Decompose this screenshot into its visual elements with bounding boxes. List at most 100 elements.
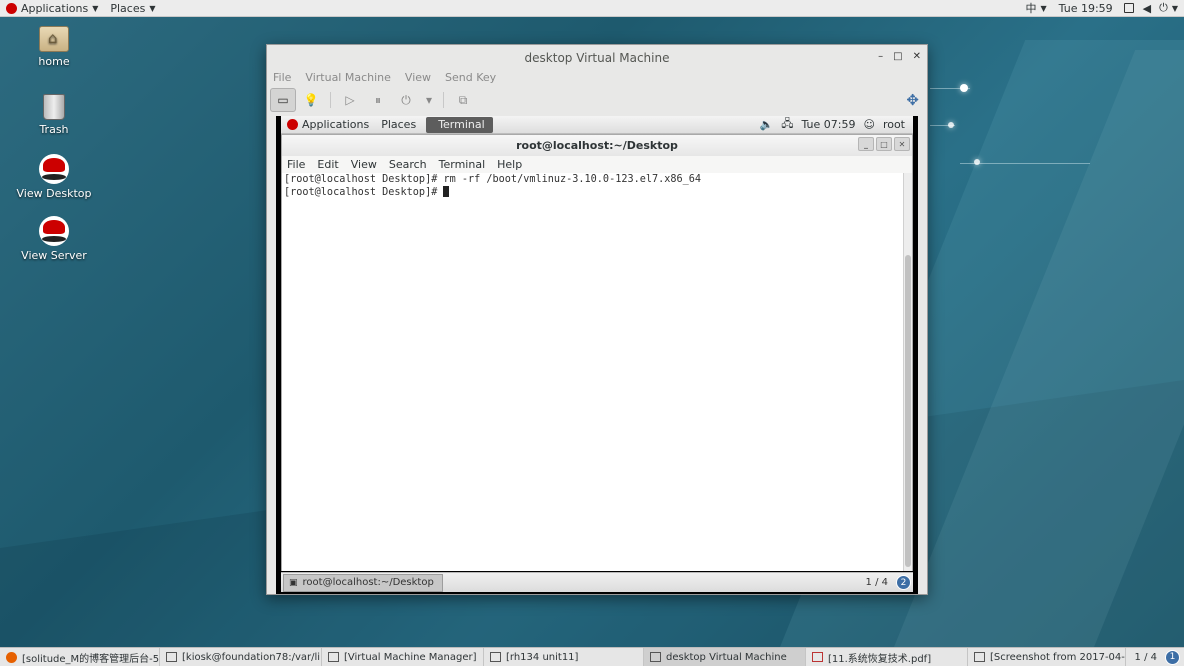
guest-workspace-switcher[interactable]: 1 / 4	[866, 577, 888, 588]
terminal-menubar: File Edit View Search Terminal Help	[282, 156, 912, 173]
caret-down-icon: ▼	[1040, 3, 1047, 13]
pause-icon[interactable]: ⏸	[365, 88, 391, 112]
applications-menu[interactable]: Applications ▼	[0, 0, 104, 17]
task-terminal[interactable]: [kiosk@foundation78:/var/lib/libv...	[160, 648, 322, 666]
firefox-icon	[6, 651, 17, 663]
wallpaper-shape	[884, 50, 1184, 666]
menu-help[interactable]: Help	[497, 158, 522, 171]
menu-terminal[interactable]: Terminal	[439, 158, 486, 171]
virt-manager-icon	[650, 652, 661, 662]
desktop-icon-trash[interactable]: Trash	[14, 94, 94, 136]
minimize-icon[interactable]: –	[878, 51, 883, 62]
caret-down-icon[interactable]: ▼	[1172, 4, 1178, 13]
menu-file[interactable]: File	[273, 71, 291, 85]
wallpaper-node	[974, 159, 980, 165]
places-label: Places	[110, 1, 146, 15]
maximize-icon[interactable]: □	[876, 137, 892, 151]
guest-top-panel: Applications Places Terminal 🔈 🖧 Tue 07:…	[281, 116, 913, 134]
vm-toolbar: ▭ 💡 ▷ ⏸ ⏻ ▾ ⧉ ✥	[267, 87, 927, 113]
close-icon[interactable]: ✕	[894, 137, 910, 151]
vm-window: desktop Virtual Machine – □ ✕ File Virtu…	[266, 44, 928, 595]
run-icon[interactable]: ▷	[337, 88, 363, 112]
volume-icon[interactable]: 🔈	[760, 118, 774, 131]
input-method-indicator[interactable]: 中 ▼	[1020, 0, 1053, 17]
terminal-icon: ▣	[289, 577, 298, 588]
guest-applications-menu[interactable]: Applications	[281, 116, 375, 134]
power-icon[interactable]: ⏻	[1159, 1, 1168, 15]
text-cursor	[443, 185, 450, 197]
redhat-icon	[6, 2, 17, 14]
task-label: [Virtual Machine Manager]	[344, 651, 477, 663]
terminal-icon	[166, 652, 177, 662]
menu-search[interactable]: Search	[389, 158, 427, 171]
guest-task-terminal[interactable]: ▣ root@localhost:~/Desktop	[283, 573, 443, 592]
terminal-scrollbar[interactable]	[903, 173, 912, 571]
desktop-icon-view-server[interactable]: View Server	[14, 216, 94, 262]
task-screenshot[interactable]: [Screenshot from 2017-04-29 ...	[968, 648, 1126, 666]
display-icon[interactable]	[1123, 3, 1134, 13]
guest-notification-badge[interactable]: 2	[896, 575, 911, 590]
task-rh134[interactable]: [rh134 unit11]	[484, 648, 644, 666]
snapshot-icon[interactable]: ⧉	[450, 88, 476, 112]
vm-titlebar[interactable]: desktop Virtual Machine – □ ✕	[267, 45, 927, 71]
guest-terminal-label: Terminal	[438, 118, 485, 131]
minimize-icon[interactable]: _	[858, 137, 874, 151]
trash-icon	[43, 94, 65, 120]
task-label: [solitude_M的博客管理后台-51...	[22, 653, 160, 665]
workspace-switcher[interactable]: 1 / 4	[1135, 652, 1157, 663]
caret-down-icon: ▼	[92, 3, 99, 13]
guest-user-menu[interactable]: root	[883, 118, 905, 131]
fullscreen-icon[interactable]: ✥	[906, 91, 919, 109]
guest-applications-label: Applications	[302, 118, 370, 131]
image-viewer-icon	[974, 652, 985, 662]
virt-manager-icon	[328, 652, 339, 662]
terminal-prompt-line: [root@localhost Desktop]#	[284, 185, 902, 199]
toolbar-separator	[330, 92, 331, 108]
desktop-icon-label: Trash	[39, 123, 69, 136]
shutdown-menu-chevron-icon[interactable]: ▾	[421, 88, 437, 112]
task-label: [Screenshot from 2017-04-29 ...	[990, 651, 1125, 663]
terminal-titlebar[interactable]: root@localhost:~/Desktop _ □ ✕	[282, 135, 912, 156]
task-desktop-vm[interactable]: desktop Virtual Machine	[644, 648, 806, 666]
maximize-icon[interactable]: □	[893, 51, 902, 62]
vm-screen[interactable]: Applications Places Terminal 🔈 🖧 Tue 07:…	[276, 116, 918, 594]
menu-view[interactable]: View	[351, 158, 377, 171]
desktop-icon-label: View Server	[21, 249, 87, 262]
task-label: desktop Virtual Machine	[666, 651, 787, 663]
user-icon: ☺	[863, 118, 875, 131]
volume-icon[interactable]: ◀	[1143, 2, 1151, 15]
input-method-label: 中	[1025, 2, 1037, 15]
desktop-icon-label: home	[38, 55, 70, 68]
console-icon[interactable]: ▭	[270, 88, 296, 112]
shutdown-icon[interactable]: ⏻	[393, 88, 419, 112]
places-menu[interactable]: Places ▼	[104, 0, 161, 17]
menu-view[interactable]: View	[405, 71, 431, 85]
terminal-title: root@localhost:~/Desktop	[516, 139, 678, 152]
menu-virtual-machine[interactable]: Virtual Machine	[305, 71, 391, 85]
redhat-icon	[287, 119, 298, 130]
top-panel: Applications ▼ Places ▼ 中 ▼ Tue 19:59 ◀ …	[0, 0, 1184, 17]
task-pdf[interactable]: [11.系统恢复技术.pdf]	[806, 648, 968, 666]
guest-terminal-app-menu[interactable]: Terminal	[426, 116, 493, 133]
redhat-icon	[39, 216, 69, 246]
desktop-icon-label: View Desktop	[16, 187, 92, 200]
guest-places-menu[interactable]: Places	[375, 116, 422, 134]
redhat-icon	[39, 154, 69, 184]
guest-clock[interactable]: Tue 07:59	[801, 118, 855, 131]
menu-edit[interactable]: Edit	[317, 158, 338, 171]
network-icon[interactable]: 🖧	[781, 115, 793, 134]
close-icon[interactable]: ✕	[913, 51, 921, 62]
pdf-icon	[812, 652, 823, 662]
task-virt-manager[interactable]: [Virtual Machine Manager]	[322, 648, 484, 666]
desktop-icon-view-desktop[interactable]: View Desktop	[14, 154, 94, 200]
scrollbar-thumb[interactable]	[905, 255, 911, 567]
desktop-icon-home[interactable]: home	[14, 26, 94, 68]
menu-send-key[interactable]: Send Key	[445, 71, 496, 85]
notification-badge[interactable]: 1	[1165, 649, 1180, 665]
task-firefox[interactable]: [solitude_M的博客管理后台-51...	[0, 648, 160, 666]
terminal-output[interactable]: [root@localhost Desktop]# rm -rf /boot/v…	[282, 173, 904, 571]
menu-file[interactable]: File	[287, 158, 305, 171]
wallpaper-node	[960, 84, 968, 92]
clock[interactable]: Tue 19:59	[1053, 0, 1119, 17]
details-bulb-icon[interactable]: 💡	[298, 88, 324, 112]
